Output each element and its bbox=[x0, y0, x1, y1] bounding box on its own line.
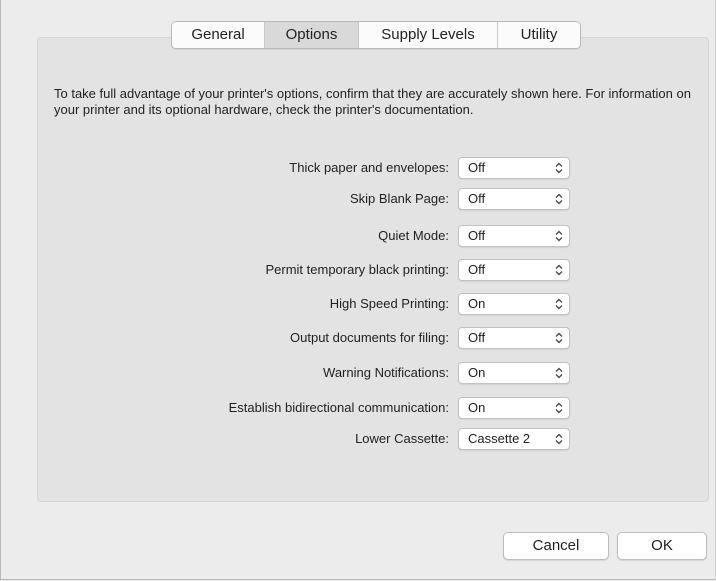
thick-paper-popup[interactable]: Off bbox=[458, 157, 570, 179]
option-label: Establish bidirectional communication: bbox=[228, 400, 449, 415]
high-speed-popup[interactable]: On bbox=[458, 293, 570, 315]
printer-options-dialog: General Options Supply Levels Utility To… bbox=[0, 0, 716, 580]
option-value: Off bbox=[468, 330, 486, 345]
options-description: To take full advantage of your printer's… bbox=[54, 86, 691, 117]
updown-chevron-icon bbox=[555, 367, 563, 379]
option-label: Lower Cassette: bbox=[355, 431, 449, 446]
updown-chevron-icon bbox=[555, 298, 563, 310]
option-label: Warning Notifications: bbox=[323, 365, 449, 380]
option-value: Off bbox=[468, 191, 486, 206]
option-value: On bbox=[468, 296, 486, 311]
tab-general[interactable]: General bbox=[172, 22, 265, 48]
option-label: Quiet Mode: bbox=[378, 228, 449, 243]
updown-chevron-icon bbox=[555, 332, 563, 344]
tab-bar: General Options Supply Levels Utility bbox=[171, 21, 581, 49]
warning-notifications-popup[interactable]: On bbox=[458, 362, 570, 384]
option-row-bidirectional: Establish bidirectional communication: O… bbox=[1, 397, 716, 419]
tab-options[interactable]: Options bbox=[265, 22, 359, 48]
quiet-mode-popup[interactable]: Off bbox=[458, 225, 570, 247]
tab-utility[interactable]: Utility bbox=[498, 22, 580, 48]
option-label: Permit temporary black printing: bbox=[265, 262, 449, 277]
option-label: Thick paper and envelopes: bbox=[289, 160, 449, 175]
option-row-lower-cassette: Lower Cassette: Cassette 2 bbox=[1, 428, 716, 450]
temporary-black-popup[interactable]: Off bbox=[458, 259, 570, 281]
tab-supply-levels[interactable]: Supply Levels bbox=[359, 22, 498, 48]
ok-button[interactable]: OK bbox=[617, 532, 707, 560]
cancel-button[interactable]: Cancel bbox=[503, 532, 609, 560]
option-value: Off bbox=[468, 160, 486, 175]
updown-chevron-icon bbox=[555, 402, 563, 414]
option-row-thick-paper: Thick paper and envelopes: Off bbox=[1, 157, 716, 179]
option-row-output-filing: Output documents for filing: Off bbox=[1, 327, 716, 349]
skip-blank-page-popup[interactable]: Off bbox=[458, 188, 570, 210]
option-value: Off bbox=[468, 228, 486, 243]
option-label: Skip Blank Page: bbox=[349, 191, 449, 206]
updown-chevron-icon bbox=[555, 433, 563, 445]
option-label: High Speed Printing: bbox=[329, 296, 449, 311]
updown-chevron-icon bbox=[555, 193, 563, 205]
option-label: Output documents for filing: bbox=[290, 330, 449, 345]
option-row-temporary-black: Permit temporary black printing: Off bbox=[1, 259, 716, 281]
option-row-warning-notifications: Warning Notifications: On bbox=[1, 362, 716, 384]
option-value: Off bbox=[468, 262, 486, 277]
updown-chevron-icon bbox=[555, 162, 563, 174]
option-row-high-speed: High Speed Printing: On bbox=[1, 293, 716, 315]
option-value: Cassette 2 bbox=[468, 431, 531, 446]
bidirectional-popup[interactable]: On bbox=[458, 397, 570, 419]
lower-cassette-popup[interactable]: Cassette 2 bbox=[458, 428, 570, 450]
updown-chevron-icon bbox=[555, 230, 563, 242]
output-filing-popup[interactable]: Off bbox=[458, 327, 570, 349]
option-row-quiet-mode: Quiet Mode: Off bbox=[1, 225, 716, 247]
option-row-skip-blank-page: Skip Blank Page: Off bbox=[1, 188, 716, 210]
option-value: On bbox=[468, 365, 486, 380]
updown-chevron-icon bbox=[555, 264, 563, 276]
option-value: On bbox=[468, 400, 486, 415]
